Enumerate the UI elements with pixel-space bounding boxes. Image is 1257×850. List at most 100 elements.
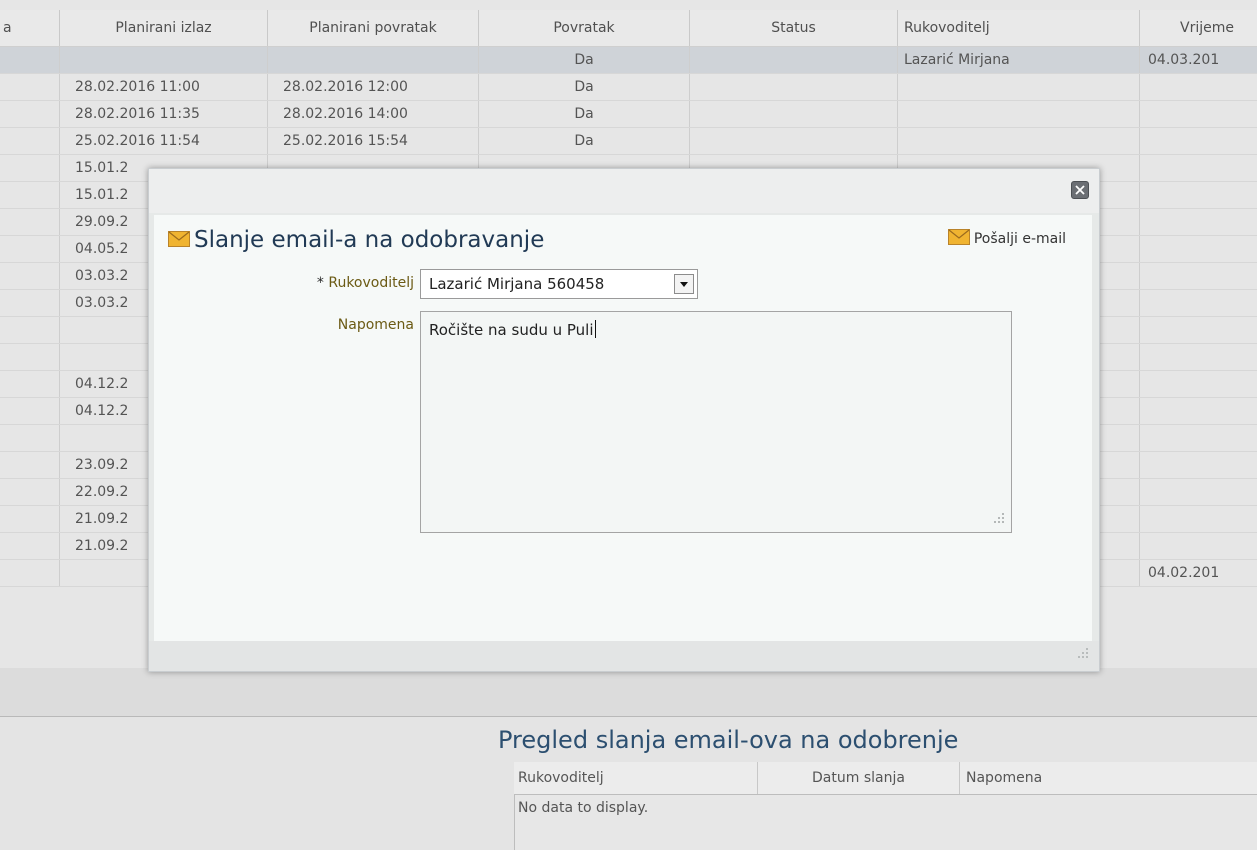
cell-vrijeme bbox=[1140, 155, 1257, 181]
cell-vrijeme bbox=[1140, 182, 1257, 208]
cell-povratak: Da bbox=[479, 128, 690, 154]
cell-status bbox=[690, 74, 898, 100]
rukovoditelj-label: * Rukovoditelj bbox=[274, 275, 414, 291]
cell-col-a bbox=[0, 182, 60, 208]
column-header-status[interactable]: Status bbox=[690, 10, 898, 46]
dialog-footer bbox=[149, 641, 1099, 671]
cell-col-a bbox=[0, 155, 60, 181]
table-row[interactable]: Da Lazarić Mirjana 04.03.201 bbox=[0, 47, 1257, 74]
cell-col-a bbox=[0, 344, 60, 370]
cell-vrijeme bbox=[1140, 209, 1257, 235]
mail-icon bbox=[947, 229, 970, 249]
dialog-titlebar[interactable] bbox=[149, 169, 1099, 213]
cell-rukovoditelj bbox=[898, 74, 1140, 100]
resize-grip-icon[interactable] bbox=[1075, 645, 1089, 663]
cell-planirani-povratak bbox=[268, 47, 479, 73]
cell-col-a bbox=[0, 74, 60, 100]
column-header-planirani-izlaz[interactable]: Planirani izlaz bbox=[60, 10, 268, 46]
cell-vrijeme bbox=[1140, 371, 1257, 397]
pregled-section-title: Pregled slanja email-ova na odobrenje bbox=[498, 726, 959, 754]
napomena-label: Napomena bbox=[337, 317, 414, 333]
cell-vrijeme bbox=[1140, 479, 1257, 505]
cell-vrijeme: 04.03.201 bbox=[1140, 47, 1257, 73]
cell-col-a bbox=[0, 425, 60, 451]
pregled-column-datum-slanja[interactable]: Datum slanja bbox=[758, 762, 960, 794]
cell-col-a bbox=[0, 263, 60, 289]
cell-vrijeme bbox=[1140, 290, 1257, 316]
chevron-down-icon[interactable] bbox=[674, 274, 694, 294]
pregled-table: Rukovoditelj Datum slanja Napomena No da… bbox=[514, 762, 1257, 850]
cell-col-a bbox=[0, 560, 60, 586]
cell-col-a bbox=[0, 128, 60, 154]
cell-vrijeme bbox=[1140, 425, 1257, 451]
column-header-rukovoditelj[interactable]: Rukovoditelj bbox=[898, 10, 1140, 46]
column-header-vrijeme[interactable]: Vrijeme bbox=[1140, 10, 1257, 46]
cell-vrijeme: 04.02.201 bbox=[1140, 560, 1257, 586]
pregled-column-napomena[interactable]: Napomena bbox=[960, 762, 1257, 794]
rukovoditelj-select[interactable]: Lazarić Mirjana 560458 bbox=[420, 269, 698, 299]
cell-vrijeme bbox=[1140, 236, 1257, 262]
cell-status bbox=[690, 47, 898, 73]
resize-grip-icon[interactable] bbox=[991, 510, 1005, 528]
cell-status bbox=[690, 101, 898, 127]
dialog-content: Slanje email-a na odobravanje Pošalji e-… bbox=[154, 215, 1092, 641]
cell-planirani-izlaz: 28.02.2016 11:35 bbox=[60, 101, 268, 127]
cell-vrijeme bbox=[1140, 128, 1257, 154]
cell-rukovoditelj bbox=[898, 128, 1140, 154]
cell-vrijeme bbox=[1140, 506, 1257, 532]
table-row[interactable]: 28.02.2016 11:35 28.02.2016 14:00 Da bbox=[0, 101, 1257, 128]
cell-vrijeme bbox=[1140, 533, 1257, 559]
napomena-textarea[interactable]: Ročište na sudu u Puli bbox=[420, 311, 1012, 533]
cell-col-a bbox=[0, 533, 60, 559]
pregled-column-rukovoditelj[interactable]: Rukovoditelj bbox=[514, 762, 758, 794]
cell-col-a bbox=[0, 236, 60, 262]
cell-vrijeme bbox=[1140, 263, 1257, 289]
cell-col-a bbox=[0, 317, 60, 343]
cell-povratak: Da bbox=[479, 101, 690, 127]
dialog-title-text: Slanje email-a na odobravanje bbox=[194, 227, 545, 253]
grid-footer bbox=[0, 668, 1257, 717]
send-email-label: Pošalji e-mail bbox=[973, 231, 1066, 247]
cell-col-a bbox=[0, 290, 60, 316]
cell-vrijeme bbox=[1140, 74, 1257, 100]
cell-vrijeme bbox=[1140, 317, 1257, 343]
table-row[interactable]: 25.02.2016 11:54 25.02.2016 15:54 Da bbox=[0, 128, 1257, 155]
cell-col-a bbox=[0, 479, 60, 505]
cell-planirani-izlaz: 25.02.2016 11:54 bbox=[60, 128, 268, 154]
cell-col-a bbox=[0, 101, 60, 127]
cell-col-a bbox=[0, 47, 60, 73]
cell-status bbox=[690, 128, 898, 154]
cell-vrijeme bbox=[1140, 398, 1257, 424]
pregled-table-header: Rukovoditelj Datum slanja Napomena bbox=[514, 762, 1257, 795]
close-icon[interactable] bbox=[1071, 181, 1089, 199]
cell-col-a bbox=[0, 371, 60, 397]
rukovoditelj-label-text: Rukovoditelj bbox=[328, 275, 414, 291]
cell-col-a bbox=[0, 506, 60, 532]
required-marker: * bbox=[316, 275, 324, 291]
cell-planirani-povratak: 28.02.2016 14:00 bbox=[268, 101, 479, 127]
table-row[interactable]: 28.02.2016 11:00 28.02.2016 12:00 Da bbox=[0, 74, 1257, 101]
cell-povratak: Da bbox=[479, 74, 690, 100]
column-header-povratak[interactable]: Povratak bbox=[479, 10, 690, 46]
grid-header: a Planirani izlaz Planirani povratak Pov… bbox=[0, 10, 1257, 47]
cell-vrijeme bbox=[1140, 101, 1257, 127]
napomena-text: Ročište na sudu u Puli bbox=[429, 321, 594, 339]
cell-planirani-povratak: 28.02.2016 12:00 bbox=[268, 74, 479, 100]
mail-icon bbox=[168, 227, 190, 253]
rukovoditelj-selected-value: Lazarić Mirjana 560458 bbox=[429, 275, 605, 293]
cell-planirani-izlaz bbox=[60, 47, 268, 73]
cell-col-a bbox=[0, 209, 60, 235]
send-email-button[interactable]: Pošalji e-mail bbox=[947, 229, 1066, 249]
cell-col-a bbox=[0, 398, 60, 424]
cell-rukovoditelj: Lazarić Mirjana bbox=[898, 47, 1140, 73]
cell-col-a bbox=[0, 452, 60, 478]
column-header-planirani-povratak[interactable]: Planirani povratak bbox=[268, 10, 479, 46]
cell-planirani-povratak: 25.02.2016 15:54 bbox=[268, 128, 479, 154]
cell-vrijeme bbox=[1140, 452, 1257, 478]
cell-vrijeme bbox=[1140, 344, 1257, 370]
dialog-title: Slanje email-a na odobravanje bbox=[168, 227, 544, 253]
send-email-dialog: Slanje email-a na odobravanje Pošalji e-… bbox=[148, 168, 1100, 672]
cell-rukovoditelj bbox=[898, 101, 1140, 127]
column-header[interactable]: a bbox=[0, 10, 60, 46]
pregled-empty-message: No data to display. bbox=[518, 800, 649, 816]
